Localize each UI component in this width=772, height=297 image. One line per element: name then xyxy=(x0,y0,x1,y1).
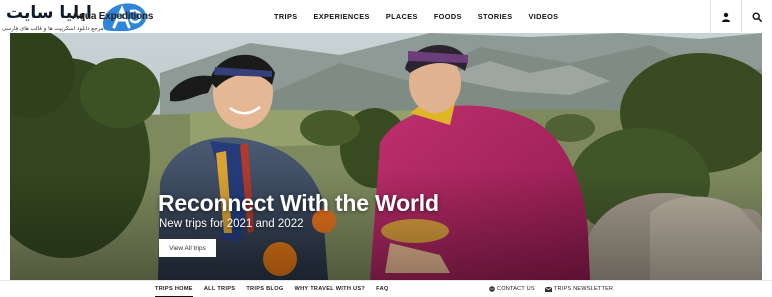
hero-photo xyxy=(10,33,762,280)
newsletter-link[interactable]: TRIPS NEWSLETTER xyxy=(544,286,614,292)
nav-experiences[interactable]: EXPERIENCES xyxy=(314,12,370,21)
contact-us-label: CONTACT US xyxy=(497,286,535,292)
main-nav: TRIPS EXPERIENCES PLACES FOODS STORIES V… xyxy=(274,0,574,33)
hero-title: Reconnect With the World xyxy=(158,190,439,216)
newsletter-label: TRIPS NEWSLETTER xyxy=(553,286,614,292)
subnav-links: TRIPS HOME ALL TRIPS TRIPS BLOG WHY TRAV… xyxy=(155,281,400,297)
hero-banner: Reconnect With the World New trips for 2… xyxy=(10,33,762,280)
subnav-why-travel[interactable]: WHY TRAVEL WITH US? xyxy=(295,281,366,297)
user-icon[interactable] xyxy=(710,0,741,33)
trips-subnav: TRIPS HOME ALL TRIPS TRIPS BLOG WHY TRAV… xyxy=(0,280,772,297)
chat-icon xyxy=(489,286,495,292)
nav-videos[interactable]: VIDEOS xyxy=(528,12,558,21)
site-logo[interactable]: ایلیا سایت Aqua Expeditions مرجع دانلود … xyxy=(0,0,160,36)
hero-subtitle: New trips for 2021 and 2022 xyxy=(159,218,304,230)
nav-foods[interactable]: FOODS xyxy=(434,12,462,21)
logo-brand-text: Aqua Expeditions xyxy=(72,11,154,22)
search-icon[interactable] xyxy=(741,0,772,33)
nav-stories[interactable]: STORIES xyxy=(478,12,513,21)
view-all-trips-button[interactable]: View All trips xyxy=(159,239,216,257)
subnav-trips-blog[interactable]: TRIPS BLOG xyxy=(246,281,283,297)
contact-us-link[interactable]: CONTACT US xyxy=(489,286,535,292)
header-actions xyxy=(710,0,772,33)
mail-icon xyxy=(544,286,552,292)
subnav-all-trips[interactable]: ALL TRIPS xyxy=(204,281,236,297)
subnav-faq[interactable]: FAQ xyxy=(376,281,388,297)
subnav-actions: CONTACT US TRIPS NEWSLETTER xyxy=(489,281,623,297)
nav-trips[interactable]: TRIPS xyxy=(274,12,298,21)
subnav-trips-home[interactable]: TRIPS HOME xyxy=(155,281,193,297)
logo-subtitle: مرجع دانلود اسکریپت ها و قالب های فارسی xyxy=(2,26,104,32)
site-header: ایلیا سایت Aqua Expeditions مرجع دانلود … xyxy=(0,0,772,33)
nav-places[interactable]: PLACES xyxy=(386,12,418,21)
